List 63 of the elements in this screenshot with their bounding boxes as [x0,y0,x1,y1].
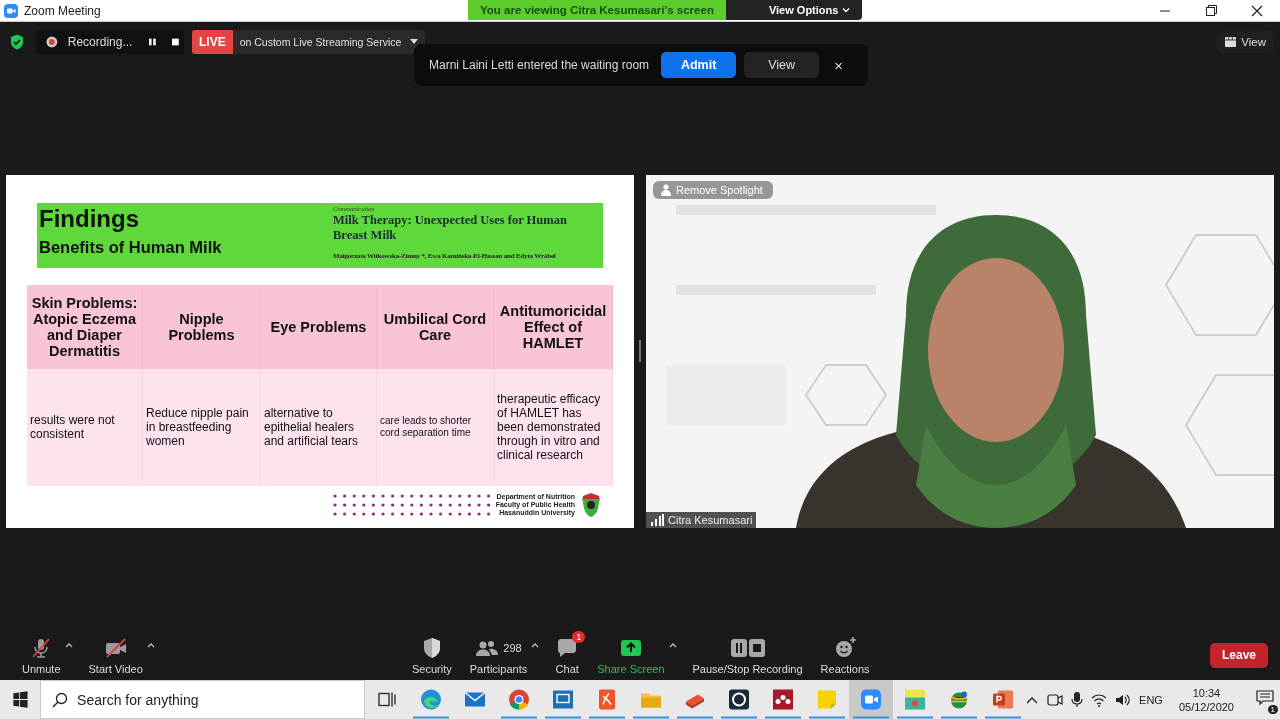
smiley-plus-icon [833,635,858,660]
column-header: Skin Problems: Atopic Eczema and Diaper Dermatitis [27,284,143,369]
clock-time[interactable]: 10:34 [1192,685,1221,700]
notification-center-icon[interactable] [1256,689,1274,706]
slide-title: Findings [39,204,140,233]
clock-date[interactable]: 05/12/2020 [1178,699,1234,714]
table-cell: results were not consistent [27,368,143,486]
column-header: Umbilical Cord Care [377,284,494,369]
article-title: Milk Therapy: Unexpected Uses for Human Breast Milk [333,212,568,243]
notification-count: 1 [1267,704,1278,714]
toolbar-button[interactable]: Start Video [86,635,145,675]
toolbar-button[interactable]: Share Screen [595,635,667,675]
toolbar-button[interactable]: 298 Participants [467,635,530,675]
unread-badge: 1 [572,630,586,643]
university-crest-icon [579,491,603,518]
view-button[interactable]: View [1217,31,1274,53]
participant-count: 298 [503,641,522,654]
meet-now-icon[interactable] [1047,691,1064,708]
participant-name: Citra Kesumasari [668,513,753,526]
column-header: Antitumoricidal Effect of HAMLET [494,284,613,369]
recording-status: Recording... [67,35,133,49]
table-cell: Reduce nipple pain in breastfeeding women [143,368,261,486]
table-cell: alternative to epithelial healers and artificial tears [261,368,377,486]
wifi-icon[interactable] [1091,692,1108,707]
leave-button[interactable]: Leave [1210,642,1268,668]
splitter-handle[interactable] [639,340,641,362]
close-button[interactable]: × [831,56,846,74]
zoom-logo-icon [4,3,18,18]
column-header: Eye Problems [261,284,377,369]
table-cell: therapeutic efficacy of HAMLET has been demonstrated through in vitro and clinical research [494,368,613,486]
chevron-down-icon [842,7,851,13]
caret-icon[interactable] [64,641,73,648]
toolbar-button[interactable]: Reactions [818,635,872,675]
search-field[interactable]: Search for anything [40,680,366,719]
caret-icon [410,39,419,45]
speaker-icon[interactable] [1115,692,1132,707]
view-options-button[interactable]: View Options [725,0,863,20]
live-badge: LIVE [192,30,233,54]
search-icon [52,692,69,708]
camera-off-icon [103,635,128,660]
column-header: Nipple Problems [143,284,261,369]
input-language[interactable]: ENG [1139,693,1163,706]
notification-text: Marni Laini Letti entered the waiting room [429,58,650,72]
caret-icon[interactable] [531,641,540,648]
toolbar-button[interactable]: Pause/Stop Recording [690,635,805,675]
signal-bars-icon [650,513,664,526]
slide-subtitle: Benefits of Human Milk [39,237,223,257]
admit-button[interactable]: Admit [661,52,737,78]
table-cell: care leads to shorter cord separation time [377,368,494,486]
shield-check-icon [10,34,24,50]
screen-share-banner: You are viewing Citra Kesumasari's screen [468,0,726,20]
person-icon [661,183,671,196]
caret-icon[interactable] [668,641,677,648]
toolbar-button[interactable]: Unmute [20,635,63,675]
record-dot-icon [46,35,58,49]
window-title: Zoom Meeting [24,3,101,18]
microphone-icon[interactable] [1071,691,1084,708]
view-button[interactable]: View [744,52,820,78]
grid-icon [1225,37,1237,47]
video-camera-icon[interactable] [849,680,894,719]
toolbar-button[interactable]: Security [410,635,454,675]
caret-icon[interactable] [146,641,155,648]
live-stream-dropdown[interactable]: on Custom Live Streaming Service [232,36,426,48]
